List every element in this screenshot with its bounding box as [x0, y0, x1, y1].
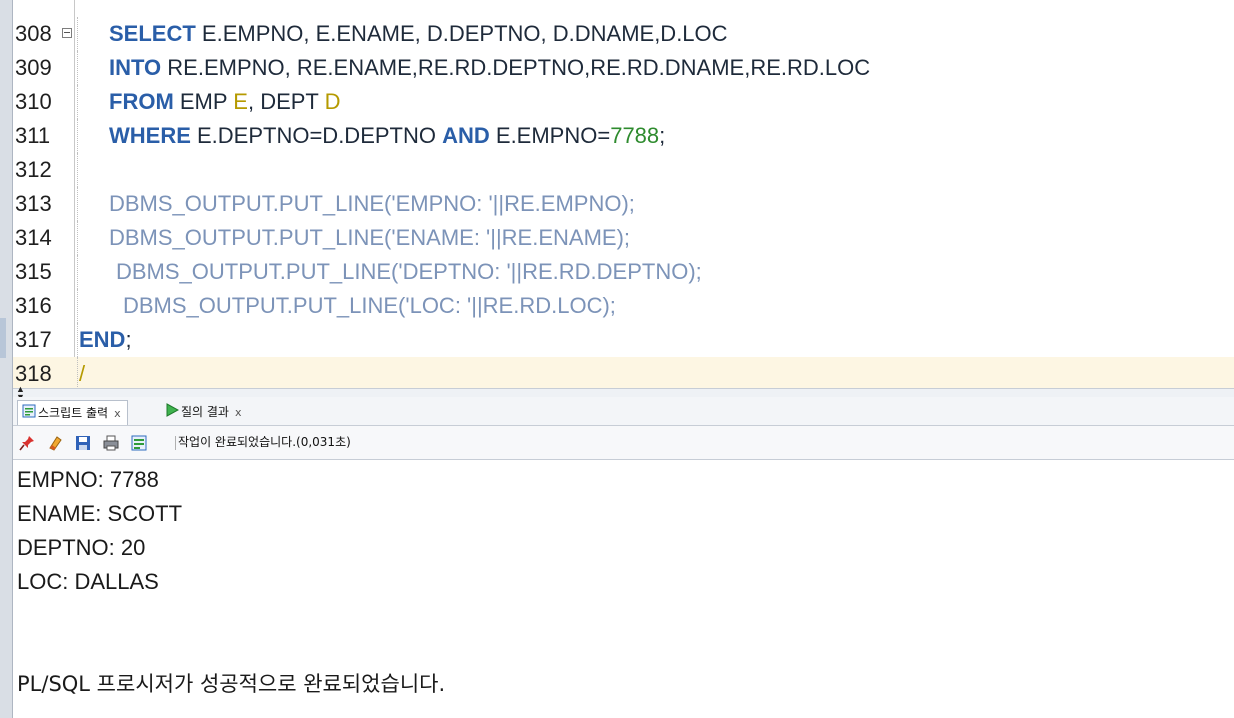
- code-token: SELECT: [109, 21, 196, 46]
- code-token: D: [324, 89, 341, 114]
- code-token: FROM: [109, 89, 174, 114]
- toolbar-separator: [175, 436, 176, 450]
- code-token: , DEPT: [247, 89, 325, 114]
- code-token: INTO: [109, 55, 162, 80]
- script-output-icon[interactable]: [129, 433, 149, 453]
- code-token: DBMS_OUTPUT.PUT_LINE('DEPTNO: '||RE.RD.D…: [116, 259, 702, 284]
- code-text: WHERE E.DEPTNO=D.DEPTNO AND E.EMPNO=7788…: [109, 119, 665, 153]
- tab-script-output-label: 스크립트 출력: [38, 406, 109, 420]
- sql-editor[interactable]: 308 SELECT E.EMPNO, E.ENAME, D.DEPTNO, D.…: [13, 0, 1234, 388]
- code-text: INTO RE.EMPNO, RE.ENAME,RE.RD.DEPTNO,RE.…: [109, 51, 870, 85]
- indent-guide: [77, 221, 78, 255]
- line-number: 309: [15, 55, 52, 80]
- code-line[interactable]: 311 WHERE E.DEPTNO=D.DEPTNO AND E.EMPNO=7…: [13, 119, 1234, 153]
- frame-accent: [0, 318, 6, 358]
- code-text: END;: [79, 323, 132, 357]
- code-line[interactable]: 312: [13, 153, 1234, 187]
- save-icon[interactable]: [73, 433, 93, 453]
- code-line[interactable]: 313 DBMS_OUTPUT.PUT_LINE('EMPNO: '||RE.EM…: [13, 187, 1234, 221]
- code-token: DBMS_OUTPUT.PUT_LINE('EMPNO: '||RE.EMPNO…: [109, 191, 635, 216]
- status-message: 작업이 완료되었습니다.(0,031초): [178, 435, 351, 449]
- indent-guide: [77, 255, 78, 289]
- left-window-frame: [0, 0, 13, 718]
- output-line: EMPNO: 7788: [17, 467, 159, 492]
- code-token: DBMS_OUTPUT.PUT_LINE('ENAME: '||RE.ENAME…: [109, 225, 631, 250]
- line-number: 311: [15, 123, 51, 148]
- line-number: 313: [15, 191, 52, 216]
- tab-script-output[interactable]: 스크립트 출력 x: [17, 400, 128, 425]
- code-text: DBMS_OUTPUT.PUT_LINE('ENAME: '||RE.ENAME…: [109, 221, 630, 255]
- code-text: SELECT E.EMPNO, E.ENAME, D.DEPTNO, D.DNA…: [109, 17, 728, 51]
- indent-guide: [77, 323, 78, 357]
- code-text: DBMS_OUTPUT.PUT_LINE('EMPNO: '||RE.EMPNO…: [109, 187, 635, 221]
- output-line: DEPTNO: 20: [17, 535, 146, 560]
- code-token: ;: [125, 327, 132, 352]
- code-line[interactable]: 310 FROM EMP E, DEPT D: [13, 85, 1234, 119]
- code-line[interactable]: 308 SELECT E.EMPNO, E.ENAME, D.DEPTNO, D.…: [13, 17, 1234, 51]
- code-token: /: [79, 361, 86, 386]
- pin-icon[interactable]: [17, 433, 37, 453]
- code-token: END: [79, 327, 126, 352]
- tab-script-output-close-icon[interactable]: x: [114, 402, 121, 426]
- line-number: 308: [15, 21, 52, 46]
- code-token: RE.EMPNO, RE.ENAME,RE.RD.DEPTNO,RE.RD.DN…: [161, 55, 871, 80]
- indent-guide: [77, 85, 78, 119]
- indent-guide: [77, 119, 78, 153]
- tab-query-result-label: 질의 결과: [181, 405, 229, 419]
- print-icon[interactable]: [101, 433, 121, 453]
- code-token: WHERE: [109, 123, 191, 148]
- fold-collapse-icon[interactable]: [62, 28, 72, 38]
- code-token: E: [233, 89, 248, 114]
- code-line[interactable]: 317 END;: [13, 323, 1234, 357]
- script-output-icon: [22, 402, 36, 426]
- output-toolbar: 작업이 완료되었습니다.(0,031초): [13, 426, 1234, 460]
- output-line: PL/SQL 프로시저가 성공적으로 완료되었습니다.: [17, 672, 446, 696]
- code-line[interactable]: 316 DBMS_OUTPUT.PUT_LINE('LOC: '||RE.RD.L…: [13, 289, 1234, 323]
- code-token: ;: [659, 123, 666, 148]
- code-text: FROM EMP E, DEPT D: [109, 85, 340, 119]
- indent-guide: [77, 357, 78, 388]
- code-token: E.DEPTNO=D.DEPTNO: [190, 123, 443, 148]
- line-number: 316: [15, 293, 52, 318]
- output-line: ENAME: SCOTT: [17, 501, 183, 526]
- code-token: 7788: [610, 123, 660, 148]
- line-number: 310: [15, 89, 52, 114]
- indent-guide: [77, 289, 78, 323]
- code-line[interactable]: 315 DBMS_OUTPUT.PUT_LINE('DEPTNO: '||RE.R…: [13, 255, 1234, 289]
- code-text: /: [79, 357, 85, 388]
- output-tabs: 스크립트 출력 x 질의 결과 x: [13, 397, 1234, 426]
- panel-splitter[interactable]: ▲▼: [13, 385, 1234, 402]
- tab-query-result[interactable]: 질의 결과 x: [161, 400, 248, 424]
- code-text: DBMS_OUTPUT.PUT_LINE('DEPTNO: '||RE.RD.D…: [116, 255, 702, 289]
- code-token: E.EMPNO=: [489, 123, 611, 148]
- output-line: LOC: DALLAS: [17, 569, 159, 594]
- script-output-area[interactable]: EMPNO: 7788 ENAME: SCOTT DEPTNO: 20 LOC: DA…: [13, 460, 1234, 718]
- run-query-icon: [165, 401, 180, 425]
- eraser-icon[interactable]: [45, 433, 65, 453]
- line-number: 317: [15, 327, 52, 352]
- code-token: E.EMPNO, E.ENAME, D.DEPTNO, D.DNAME,D.LO…: [195, 21, 728, 46]
- code-line[interactable]: 318/: [13, 357, 1234, 388]
- code-token: AND: [442, 123, 490, 148]
- code-line[interactable]: 314 DBMS_OUTPUT.PUT_LINE('ENAME: '||RE.EN…: [13, 221, 1234, 255]
- tab-query-result-close-icon[interactable]: x: [235, 401, 242, 425]
- code-text: DBMS_OUTPUT.PUT_LINE('LOC: '||RE.RD.LOC)…: [123, 289, 616, 323]
- indent-guide: [77, 17, 78, 51]
- indent-guide: [77, 51, 78, 85]
- code-token: EMP: [173, 89, 234, 114]
- indent-guide: [77, 153, 78, 187]
- indent-guide: [77, 187, 78, 221]
- code-line[interactable]: 309 INTO RE.EMPNO, RE.ENAME,RE.RD.DEPTNO,…: [13, 51, 1234, 85]
- line-number: 315: [15, 259, 52, 284]
- line-number: 314: [15, 225, 52, 250]
- line-number: 312: [15, 157, 52, 182]
- code-token: DBMS_OUTPUT.PUT_LINE('LOC: '||RE.RD.LOC)…: [123, 293, 616, 318]
